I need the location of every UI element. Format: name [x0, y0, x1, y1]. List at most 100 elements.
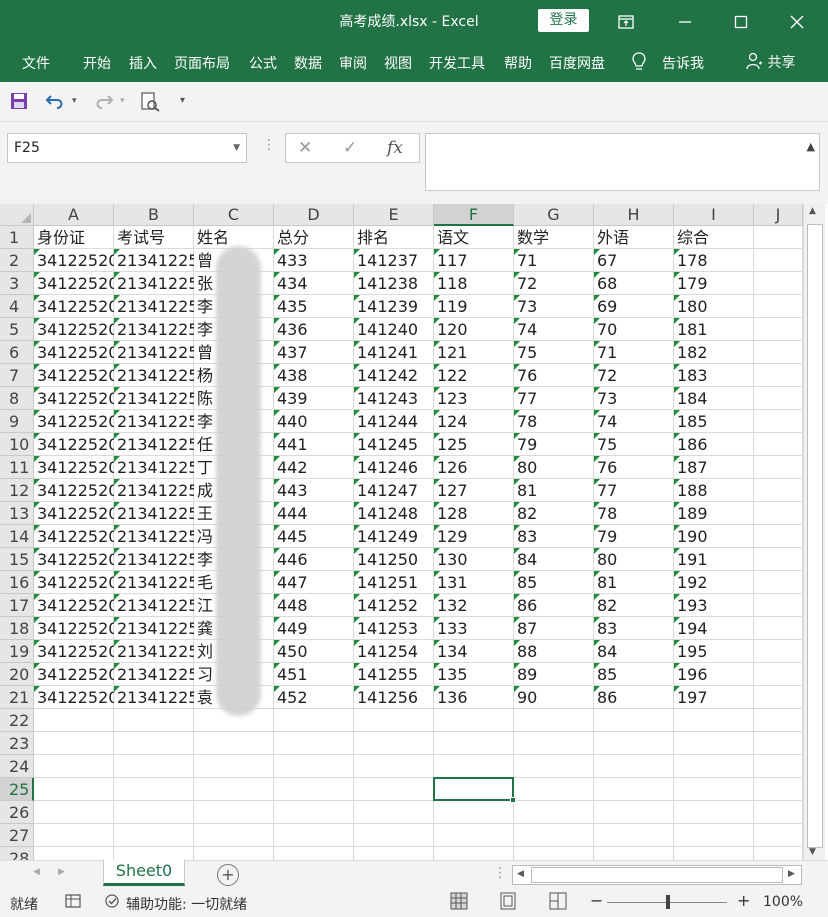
table-cell[interactable]: 196: [674, 663, 754, 686]
table-cell[interactable]: 87: [514, 617, 594, 640]
expand-formula-bar-icon[interactable]: ▲: [807, 140, 815, 153]
zoom-out-icon[interactable]: −: [590, 891, 603, 910]
tab-home[interactable]: 开始: [83, 53, 111, 73]
table-cell[interactable]: 187: [674, 456, 754, 479]
row-header[interactable]: 26: [0, 801, 34, 824]
table-cell[interactable]: 综合: [674, 226, 754, 249]
zoom-slider-thumb[interactable]: [666, 895, 670, 909]
table-cell[interactable]: 82: [514, 502, 594, 525]
accessibility-status[interactable]: 辅助功能: 一切就绪: [126, 894, 247, 914]
table-cell[interactable]: 449: [274, 617, 354, 640]
table-cell[interactable]: 85: [514, 571, 594, 594]
tell-me-search[interactable]: 告诉我: [662, 53, 704, 73]
table-cell[interactable]: 21341225: [114, 617, 194, 640]
table-cell[interactable]: 141248: [354, 502, 434, 525]
select-all-corner[interactable]: [0, 204, 34, 226]
table-cell[interactable]: 128: [434, 502, 514, 525]
column-header[interactable]: C: [194, 204, 274, 226]
table-cell[interactable]: 34122520: [34, 571, 114, 594]
select-all-triangle-icon[interactable]: [21, 213, 31, 223]
table-cell[interactable]: 34122520: [34, 295, 114, 318]
table-cell[interactable]: 21341225: [114, 272, 194, 295]
table-cell[interactable]: 67: [594, 249, 674, 272]
table-cell[interactable]: 21341225: [114, 249, 194, 272]
table-cell[interactable]: 141249: [354, 525, 434, 548]
table-cell[interactable]: 68: [594, 272, 674, 295]
tab-split-grip-icon[interactable]: ⋮: [493, 865, 507, 881]
row-header[interactable]: 1: [0, 226, 34, 249]
fill-handle[interactable]: [510, 797, 516, 803]
table-cell[interactable]: 141251: [354, 571, 434, 594]
maximize-icon[interactable]: [718, 0, 764, 42]
table-cell[interactable]: 34122520: [34, 341, 114, 364]
row-header[interactable]: 8: [0, 387, 34, 410]
table-cell[interactable]: 141247: [354, 479, 434, 502]
table-cell[interactable]: 21341225: [114, 318, 194, 341]
tab-developer[interactable]: 开发工具: [429, 53, 485, 73]
table-cell[interactable]: 21341225: [114, 686, 194, 709]
table-cell[interactable]: 195: [674, 640, 754, 663]
row-header[interactable]: 14: [0, 525, 34, 548]
table-cell[interactable]: 外语: [594, 226, 674, 249]
formula-bar-grip-icon[interactable]: ⋮: [262, 137, 276, 153]
table-cell[interactable]: 182: [674, 341, 754, 364]
table-cell[interactable]: 141242: [354, 364, 434, 387]
table-cell[interactable]: 131: [434, 571, 514, 594]
table-cell[interactable]: 21341225: [114, 479, 194, 502]
row-header[interactable]: 21: [0, 686, 34, 709]
table-cell[interactable]: 74: [594, 410, 674, 433]
table-cell[interactable]: 189: [674, 502, 754, 525]
table-cell[interactable]: 123: [434, 387, 514, 410]
undo-icon[interactable]: [45, 92, 67, 114]
table-cell[interactable]: 446: [274, 548, 354, 571]
tab-page-layout[interactable]: 页面布局: [174, 53, 230, 73]
table-cell[interactable]: 121: [434, 341, 514, 364]
table-cell[interactable]: 193: [674, 594, 754, 617]
table-cell[interactable]: 72: [594, 364, 674, 387]
table-cell[interactable]: 435: [274, 295, 354, 318]
accessibility-icon[interactable]: [104, 893, 122, 915]
table-cell[interactable]: 90: [514, 686, 594, 709]
row-header[interactable]: 25: [0, 778, 34, 801]
column-header[interactable]: F: [434, 204, 514, 226]
table-cell[interactable]: 141255: [354, 663, 434, 686]
table-cell[interactable]: 34122520: [34, 594, 114, 617]
table-cell[interactable]: 190: [674, 525, 754, 548]
row-header[interactable]: 16: [0, 571, 34, 594]
table-cell[interactable]: 21341225: [114, 433, 194, 456]
add-sheet-icon[interactable]: +: [217, 864, 239, 886]
row-header[interactable]: 15: [0, 548, 34, 571]
table-cell[interactable]: 434: [274, 272, 354, 295]
table-cell[interactable]: 141239: [354, 295, 434, 318]
table-cell[interactable]: 71: [514, 249, 594, 272]
table-cell[interactable]: 21341225: [114, 341, 194, 364]
table-cell[interactable]: 75: [594, 433, 674, 456]
table-cell[interactable]: 141250: [354, 548, 434, 571]
row-header[interactable]: 7: [0, 364, 34, 387]
table-cell[interactable]: 21341225: [114, 594, 194, 617]
insert-function-icon[interactable]: fx: [387, 138, 403, 158]
customize-toolbar-icon[interactable]: ▾: [180, 95, 185, 106]
row-header[interactable]: 6: [0, 341, 34, 364]
table-cell[interactable]: 21341225: [114, 502, 194, 525]
row-header[interactable]: 11: [0, 456, 34, 479]
table-cell[interactable]: 34122520: [34, 479, 114, 502]
table-cell[interactable]: 80: [514, 456, 594, 479]
table-cell[interactable]: 141241: [354, 341, 434, 364]
table-cell[interactable]: 443: [274, 479, 354, 502]
column-header[interactable]: H: [594, 204, 674, 226]
table-cell[interactable]: 76: [594, 456, 674, 479]
table-cell[interactable]: 69: [594, 295, 674, 318]
table-cell[interactable]: 89: [514, 663, 594, 686]
scroll-up-icon[interactable]: ▲: [809, 206, 816, 216]
prev-sheet-icon[interactable]: ◀: [33, 867, 40, 877]
column-header[interactable]: A: [34, 204, 114, 226]
table-cell[interactable]: 178: [674, 249, 754, 272]
table-cell[interactable]: 83: [594, 617, 674, 640]
table-cell[interactable]: 119: [434, 295, 514, 318]
table-cell[interactable]: 141237: [354, 249, 434, 272]
table-cell[interactable]: 186: [674, 433, 754, 456]
table-cell[interactable]: 183: [674, 364, 754, 387]
table-cell[interactable]: 191: [674, 548, 754, 571]
table-cell[interactable]: 179: [674, 272, 754, 295]
